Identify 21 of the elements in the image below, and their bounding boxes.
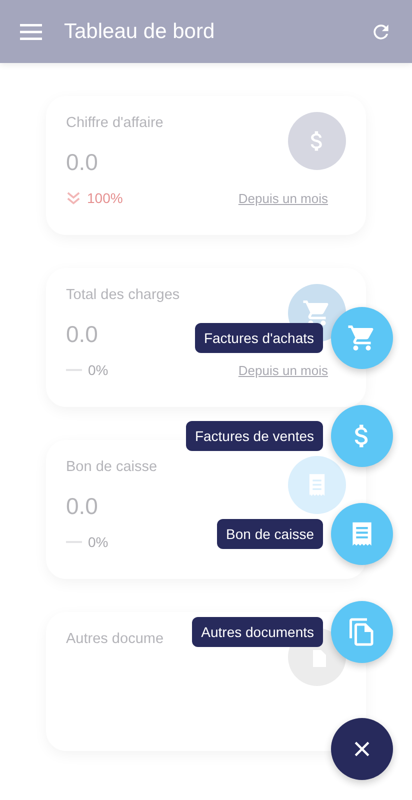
card-title: Bon de caisse — [66, 459, 158, 475]
action-label[interactable]: Bon de caisse — [217, 519, 323, 549]
card-title: Chiffre d'affaire — [66, 115, 164, 131]
trend-percent: 0% — [88, 362, 108, 378]
trend-percent: 0% — [88, 534, 108, 550]
card-title: Total des charges — [66, 287, 180, 303]
action-button[interactable] — [331, 503, 393, 565]
action-button[interactable] — [331, 307, 393, 369]
card-value: 0.0 — [66, 321, 99, 348]
close-button[interactable] — [331, 718, 393, 780]
action-label[interactable]: Factures de ventes — [186, 421, 323, 451]
trend-percent: 100% — [87, 190, 123, 206]
menu-icon[interactable] — [20, 24, 42, 40]
action-button[interactable] — [331, 601, 393, 663]
action-button[interactable] — [331, 405, 393, 467]
action-label[interactable]: Factures d'achats — [194, 323, 323, 353]
action-label[interactable]: Autres documents — [192, 617, 323, 647]
card-value: 0.0 — [66, 149, 99, 176]
card-value: 0.0 — [66, 493, 99, 520]
page-title: Tableau de bord — [64, 20, 216, 44]
card-title: Autres docume — [66, 631, 164, 647]
